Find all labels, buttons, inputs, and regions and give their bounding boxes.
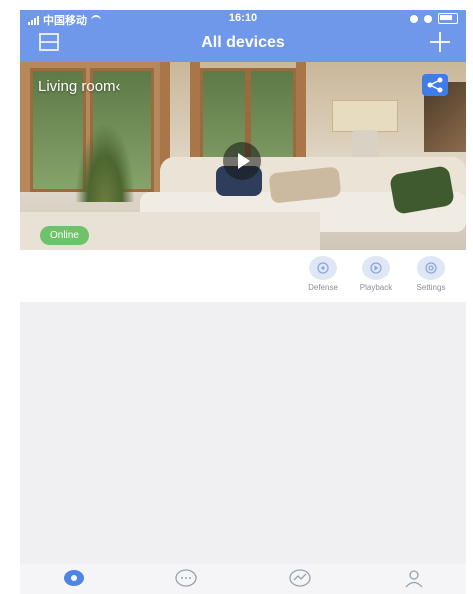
status-time: 16:10 [228, 12, 258, 24]
user-icon [405, 570, 423, 588]
edit-name-icon[interactable]: ‹ [116, 78, 121, 95]
location-icon [410, 14, 418, 23]
battery-icon [438, 13, 458, 24]
status-bar: 中国移动 16:10 [20, 10, 466, 28]
camera-name-label: Living room [38, 78, 116, 95]
share-icon [427, 77, 443, 93]
share-button[interactable] [422, 74, 448, 96]
camera-preview[interactable]: Living room‹ Online [20, 62, 466, 250]
discover-icon [289, 569, 311, 587]
defense-label: Defense [308, 283, 338, 292]
play-icon [238, 153, 250, 169]
tab-messages[interactable] [166, 568, 206, 593]
camera-actions: Defense Playback Settings [20, 250, 466, 302]
alarm-icon [424, 14, 432, 23]
gear-icon [425, 262, 437, 274]
top-bar: 中国移动 16:10 All devices [20, 10, 466, 62]
playback-icon [370, 262, 382, 274]
tab-profile[interactable] [394, 568, 434, 593]
playback-button[interactable]: Playback [351, 256, 401, 292]
settings-button[interactable]: Settings [406, 256, 456, 292]
plus-icon [430, 32, 450, 52]
play-button[interactable] [223, 142, 261, 180]
message-icon [175, 569, 197, 587]
tab-discover[interactable] [280, 568, 320, 593]
settings-label: Settings [416, 283, 446, 292]
status-right [410, 13, 458, 24]
tab-devices[interactable] [54, 568, 94, 593]
shield-icon [317, 262, 329, 274]
defense-button[interactable]: Defense [298, 256, 348, 292]
bottom-tab-bar [20, 564, 466, 594]
camera-icon [64, 570, 84, 586]
add-device-button[interactable] [428, 30, 452, 54]
status-badge: Online [40, 226, 89, 245]
playback-label: Playback [359, 283, 393, 292]
page-title: All devices [201, 34, 285, 51]
app-screen: 中国移动 16:10 All devices Living room‹ Onli… [20, 10, 466, 594]
camera-name[interactable]: Living room‹ [38, 78, 121, 95]
